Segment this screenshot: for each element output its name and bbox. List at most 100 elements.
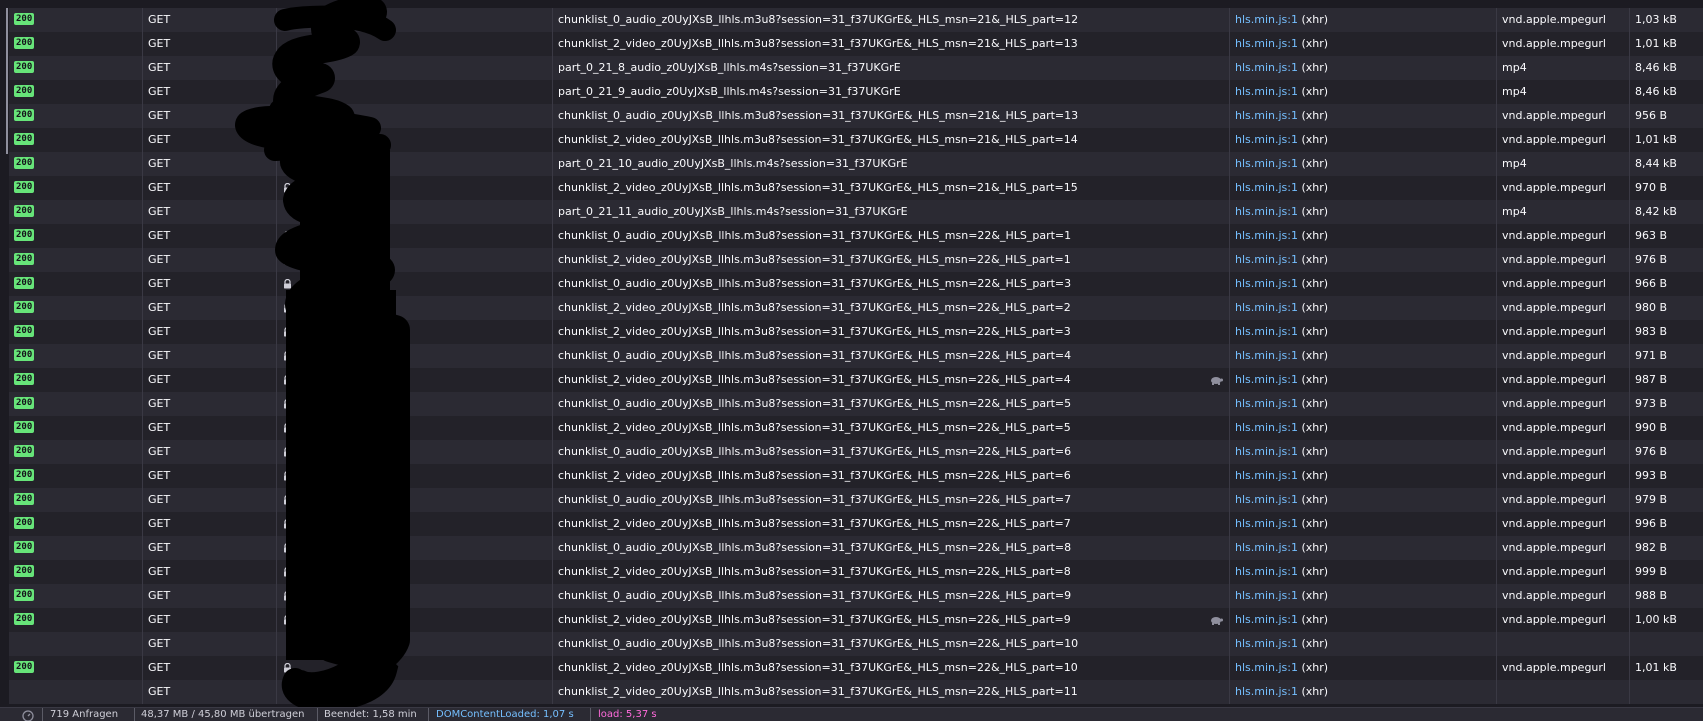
lock-icon [282,253,292,266]
request-row[interactable]: 200 GET chunklist_2_video_z0UyJXsB_llhls.m… [9,608,1703,632]
size-cell [1629,632,1703,656]
file-cell: chunklist_2_video_z0UyJXsB_llhls.m3u8?se… [552,128,1229,152]
initiator-link[interactable]: hls.min.js:1 [1235,373,1298,386]
initiator-link[interactable]: hls.min.js:1 [1235,85,1298,98]
initiator-link[interactable]: hls.min.js:1 [1235,181,1298,194]
load-time: load: 5,37 s [598,709,657,720]
lock-icon [282,229,292,242]
request-row[interactable]: 200 GET chunklist_2_video_z0UyJXsB_llhls.m… [9,296,1703,320]
initiator-cell: hls.min.js:1 (xhr) [1229,584,1496,608]
initiator-link[interactable]: hls.min.js:1 [1235,13,1298,26]
initiator-link[interactable]: hls.min.js:1 [1235,349,1298,362]
initiator-link[interactable]: hls.min.js:1 [1235,61,1298,74]
scroll-indicator[interactable] [6,8,8,154]
file-name: chunklist_0_audio_z0UyJXsB_llhls.m3u8?se… [558,589,1072,602]
initiator-cell: hls.min.js:1 (xhr) [1229,152,1496,176]
request-row[interactable]: 200 GET chunklist_0_audio_z0UyJXsB_llhls.m… [9,8,1703,32]
status-badge: 200 [14,85,35,97]
file-cell: chunklist_0_audio_z0UyJXsB_llhls.m3u8?se… [552,344,1229,368]
request-row[interactable]: 200 GET part_0_21_10_audio_z0UyJXsB_llhls.… [9,152,1703,176]
lock-icon [282,445,292,458]
method-cell: GET [142,32,276,56]
type-cell [1496,632,1629,656]
status-cell: 200 [9,608,142,632]
request-row[interactable]: 200 GET part_0_21_9_audio_z0UyJXsB_llhls.m… [9,80,1703,104]
request-row[interactable]: 200 GET part_0_21_8_audio_z0UyJXsB_llhls.m… [9,56,1703,80]
initiator-link[interactable]: hls.min.js:1 [1235,397,1298,410]
type-cell: vnd.apple.mpegurl [1496,656,1629,680]
request-row[interactable]: 200 GET chunklist_0_audio_z0UyJXsB_llhls.m… [9,344,1703,368]
type-cell: vnd.apple.mpegurl [1496,224,1629,248]
request-row[interactable]: 200 GET chunklist_2_video_z0UyJXsB_llhls.m… [9,560,1703,584]
status-cell: 200 [9,512,142,536]
initiator-link[interactable]: hls.min.js:1 [1235,517,1298,530]
request-row[interactable]: GET chunklist_0_audio_z0UyJXsB_llhls.m3u8… [9,632,1703,656]
initiator-link[interactable]: hls.min.js:1 [1235,469,1298,482]
request-row[interactable]: 200 GET chunklist_0_audio_z0UyJXsB_llhls.m… [9,488,1703,512]
initiator-link[interactable]: hls.min.js:1 [1235,205,1298,218]
size-cell: 988 B [1629,584,1703,608]
initiator-link[interactable]: hls.min.js:1 [1235,109,1298,122]
request-row[interactable]: 200 GET chunklist_0_audio_z0UyJXsB_llhls.m… [9,104,1703,128]
initiator-type: (xhr) [1301,565,1329,578]
domain-cell [276,464,552,488]
initiator-link[interactable]: hls.min.js:1 [1235,133,1298,146]
initiator-cell: hls.min.js:1 (xhr) [1229,200,1496,224]
initiator-link[interactable]: hls.min.js:1 [1235,421,1298,434]
initiator-link[interactable]: hls.min.js:1 [1235,37,1298,50]
type-cell [1496,680,1629,704]
finished-time: Beendet: 1,58 min [324,709,417,720]
request-row[interactable]: 200 GET chunklist_0_audio_z0UyJXsB_llhls.m… [9,272,1703,296]
lock-icon [282,325,292,338]
initiator-link[interactable]: hls.min.js:1 [1235,229,1298,242]
initiator-link[interactable]: hls.min.js:1 [1235,565,1298,578]
request-row[interactable]: 200 GET chunklist_0_audio_z0UyJXsB_llhls.m… [9,536,1703,560]
status-badge: 200 [14,37,35,49]
domain-cell [276,632,552,656]
type-cell: mp4 [1496,56,1629,80]
request-row[interactable]: 200 GET chunklist_2_video_z0UyJXsB_llhls.m… [9,248,1703,272]
status-cell: 200 [9,584,142,608]
initiator-link[interactable]: hls.min.js:1 [1235,301,1298,314]
request-row[interactable]: 200 GET chunklist_0_audio_z0UyJXsB_llhls.m… [9,584,1703,608]
file-name: chunklist_0_audio_z0UyJXsB_llhls.m3u8?se… [558,397,1072,410]
initiator-link[interactable]: hls.min.js:1 [1235,325,1298,338]
request-row[interactable]: GET chunklist_2_video_z0UyJXsB_llhls.m3u8… [9,680,1703,704]
initiator-cell: hls.min.js:1 (xhr) [1229,440,1496,464]
request-row[interactable]: 200 GET chunklist_2_video_z0UyJXsB_llhls.m… [9,512,1703,536]
file-name: chunklist_2_video_z0UyJXsB_llhls.m3u8?se… [558,253,1071,266]
request-row[interactable]: 200 GET chunklist_2_video_z0UyJXsB_llhls.m… [9,656,1703,680]
request-row[interactable]: 200 GET chunklist_2_video_z0UyJXsB_llhls.m… [9,176,1703,200]
request-row[interactable]: 200 GET chunklist_2_video_z0UyJXsB_llhls.m… [9,320,1703,344]
initiator-link[interactable]: hls.min.js:1 [1235,157,1298,170]
initiator-link[interactable]: hls.min.js:1 [1235,253,1298,266]
request-row[interactable]: 200 GET chunklist_2_video_z0UyJXsB_llhls.m… [9,464,1703,488]
status-cell: 200 [9,56,142,80]
timer-icon[interactable] [20,709,36,721]
status-cell: 200 [9,320,142,344]
request-row[interactable]: 200 GET part_0_21_11_audio_z0UyJXsB_llhls.… [9,200,1703,224]
initiator-link[interactable]: hls.min.js:1 [1235,445,1298,458]
status-cell: 200 [9,176,142,200]
initiator-link[interactable]: hls.min.js:1 [1235,637,1298,650]
request-row[interactable]: 200 GET chunklist_0_audio_z0UyJXsB_llhls.m… [9,440,1703,464]
initiator-cell: hls.min.js:1 (xhr) [1229,248,1496,272]
initiator-type: (xhr) [1301,37,1329,50]
file-cell: chunklist_2_video_z0UyJXsB_llhls.m3u8?se… [552,368,1229,392]
request-row[interactable]: 200 GET chunklist_0_audio_z0UyJXsB_llhls.m… [9,392,1703,416]
initiator-link[interactable]: hls.min.js:1 [1235,277,1298,290]
initiator-cell: hls.min.js:1 (xhr) [1229,320,1496,344]
request-row[interactable]: 200 GET chunklist_2_video_z0UyJXsB_llhls.m… [9,32,1703,56]
request-row[interactable]: 200 GET chunklist_0_audio_z0UyJXsB_llhls.m… [9,224,1703,248]
initiator-link[interactable]: hls.min.js:1 [1235,613,1298,626]
request-row[interactable]: 200 GET chunklist_2_video_z0UyJXsB_llhls.m… [9,368,1703,392]
initiator-link[interactable]: hls.min.js:1 [1235,661,1298,674]
file-cell: part_0_21_10_audio_z0UyJXsB_llhls.m4s?se… [552,152,1229,176]
initiator-link[interactable]: hls.min.js:1 [1235,685,1298,698]
initiator-link[interactable]: hls.min.js:1 [1235,493,1298,506]
initiator-link[interactable]: hls.min.js:1 [1235,541,1298,554]
method-cell: GET [142,80,276,104]
request-row[interactable]: 200 GET chunklist_2_video_z0UyJXsB_llhls.m… [9,128,1703,152]
initiator-link[interactable]: hls.min.js:1 [1235,589,1298,602]
request-row[interactable]: 200 GET chunklist_2_video_z0UyJXsB_llhls.m… [9,416,1703,440]
